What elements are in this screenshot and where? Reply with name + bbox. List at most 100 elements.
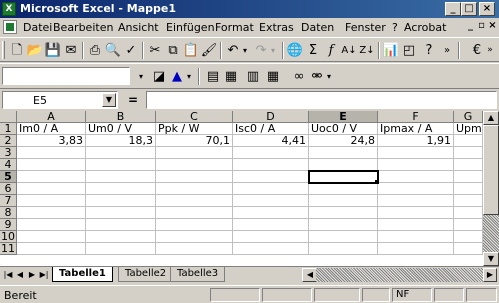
cell-b5[interactable] xyxy=(86,171,156,183)
cell-b6[interactable] xyxy=(86,183,156,195)
edit-formula-button[interactable]: = xyxy=(124,92,142,108)
name-box-dropdown-icon[interactable]: ▼ xyxy=(102,93,116,107)
spreadsheet-grid[interactable]: A B C D E F G 1 Im0 / A Um0 / V Ppk / W Isc0 / A Uoc… xyxy=(0,111,499,266)
format-painter-icon[interactable]: 🖌 xyxy=(200,42,218,59)
cell-d2[interactable]: 4,41 xyxy=(233,135,309,147)
cell-a9[interactable] xyxy=(17,219,86,231)
autosum-icon[interactable]: Σ xyxy=(304,42,322,59)
cell-f9[interactable] xyxy=(378,219,454,231)
cell-b9[interactable] xyxy=(86,219,156,231)
cell-e1[interactable]: Uoc0 / V xyxy=(309,123,378,135)
drawing-icon[interactable]: ◪ xyxy=(150,68,168,85)
maximize-button[interactable]: □ xyxy=(461,2,477,16)
undo-dropdown-icon[interactable]: ▾ xyxy=(240,42,250,59)
cell-c7[interactable] xyxy=(156,195,233,207)
menu-daten[interactable]: Daten xyxy=(301,21,334,34)
cell-a5[interactable] xyxy=(17,171,86,183)
cell-b8[interactable] xyxy=(86,207,156,219)
scroll-down-icon[interactable]: ▼ xyxy=(483,252,499,266)
cell-b7[interactable] xyxy=(86,195,156,207)
cell-e5[interactable] xyxy=(308,170,379,184)
column-header-e[interactable]: E xyxy=(309,111,378,123)
horizontal-scroll-track[interactable] xyxy=(316,268,483,282)
sort-ascending-icon[interactable]: A↓ xyxy=(340,42,358,59)
sheet-tab-tabelle3[interactable]: Tabelle3 xyxy=(170,267,226,282)
toolbar-more-icon[interactable]: » xyxy=(438,42,456,59)
table-icon[interactable]: ▦ xyxy=(222,68,240,85)
menu-format[interactable]: Format xyxy=(215,21,254,34)
cell-a10[interactable] xyxy=(17,231,86,243)
minimize-button[interactable]: _ xyxy=(445,2,461,16)
menu-einfuegen[interactable]: Einfügen xyxy=(166,21,215,34)
cell-g6[interactable] xyxy=(454,183,483,195)
frame-icon[interactable]: ▦ xyxy=(264,68,282,85)
cell-b10[interactable] xyxy=(86,231,156,243)
cell-f10[interactable] xyxy=(378,231,454,243)
cell-f5[interactable] xyxy=(378,171,454,183)
next-sheet-icon[interactable]: ▶ xyxy=(26,269,38,281)
cell-a6[interactable] xyxy=(17,183,86,195)
cell-d11[interactable] xyxy=(233,243,309,255)
cell-g7[interactable] xyxy=(454,195,483,207)
cell-f6[interactable] xyxy=(378,183,454,195)
cell-f7[interactable] xyxy=(378,195,454,207)
new-doc-icon[interactable]: 🗋 xyxy=(8,42,26,59)
cell-d4[interactable] xyxy=(233,159,309,171)
open-folder-icon[interactable]: 📂 xyxy=(26,42,44,59)
cell-f2[interactable]: 1,91 xyxy=(378,135,454,147)
prev-sheet-icon[interactable]: ◀ xyxy=(14,269,26,281)
toolbar-grip[interactable] xyxy=(2,41,5,59)
cell-a7[interactable] xyxy=(17,195,86,207)
column-header-c[interactable]: C xyxy=(156,111,233,123)
sort-descending-icon[interactable]: Z↓ xyxy=(358,42,376,59)
sheet-tab-tabelle2[interactable]: Tabelle2 xyxy=(118,267,174,282)
row-header-11[interactable]: 11 xyxy=(0,243,17,255)
hyperlink-icon[interactable]: 🌐 xyxy=(286,42,304,59)
cell-e11[interactable] xyxy=(309,243,378,255)
cell-e6[interactable] xyxy=(309,183,378,195)
cell-d3[interactable] xyxy=(233,147,309,159)
sheet-tab-tabelle1[interactable]: Tabelle1 xyxy=(52,267,113,282)
column-header-f[interactable]: F xyxy=(378,111,454,123)
cell-f3[interactable] xyxy=(378,147,454,159)
function-icon[interactable]: f xyxy=(322,42,340,59)
vertical-scrollbar[interactable]: ▲ ▼ xyxy=(483,111,499,266)
cell-c2[interactable]: 70,1 xyxy=(156,135,233,147)
cell-g8[interactable] xyxy=(454,207,483,219)
cell-a8[interactable] xyxy=(17,207,86,219)
cell-e10[interactable] xyxy=(309,231,378,243)
cell-a4[interactable] xyxy=(17,159,86,171)
cell-b3[interactable] xyxy=(86,147,156,159)
split-icon[interactable]: ▥ xyxy=(244,68,262,85)
cell-g10[interactable] xyxy=(454,231,483,243)
cell-b1[interactable]: Um0 / V xyxy=(86,123,156,135)
cell-d6[interactable] xyxy=(233,183,309,195)
toolbar-more-icon[interactable]: » xyxy=(484,42,496,59)
column-header-d[interactable]: D xyxy=(233,111,309,123)
vertical-scroll-track[interactable] xyxy=(483,215,499,252)
cell-c5[interactable] xyxy=(156,171,233,183)
cell-b2[interactable]: 18,3 xyxy=(86,135,156,147)
cell-d5[interactable] xyxy=(233,171,309,183)
copy-icon[interactable]: ⧉ xyxy=(164,42,182,59)
cell-g2[interactable] xyxy=(454,135,483,147)
cell-d9[interactable] xyxy=(233,219,309,231)
redo-dropdown-icon[interactable]: ▾ xyxy=(268,42,278,59)
fill-handle[interactable] xyxy=(375,180,379,184)
workbook-icon[interactable] xyxy=(3,20,17,34)
cell-a1[interactable]: Im0 / A xyxy=(17,123,86,135)
menu-help[interactable]: ? xyxy=(392,21,398,34)
excel-icon[interactable]: X xyxy=(2,2,16,16)
cell-f11[interactable] xyxy=(378,243,454,255)
column-header-g[interactable]: G xyxy=(454,111,483,123)
cell-e9[interactable] xyxy=(309,219,378,231)
fill-dropdown-icon[interactable]: ▾ xyxy=(184,68,194,85)
paste-icon[interactable]: 📋 xyxy=(182,42,200,59)
scroll-up-icon[interactable]: ▲ xyxy=(483,111,499,125)
menu-datei[interactable]: Datei xyxy=(23,21,52,34)
column-header-b[interactable]: B xyxy=(86,111,156,123)
cell-e3[interactable] xyxy=(309,147,378,159)
combo-dropdown-icon[interactable]: ▾ xyxy=(132,68,150,85)
cell-e4[interactable] xyxy=(309,159,378,171)
spellcheck-icon[interactable]: ✓ xyxy=(122,42,140,59)
